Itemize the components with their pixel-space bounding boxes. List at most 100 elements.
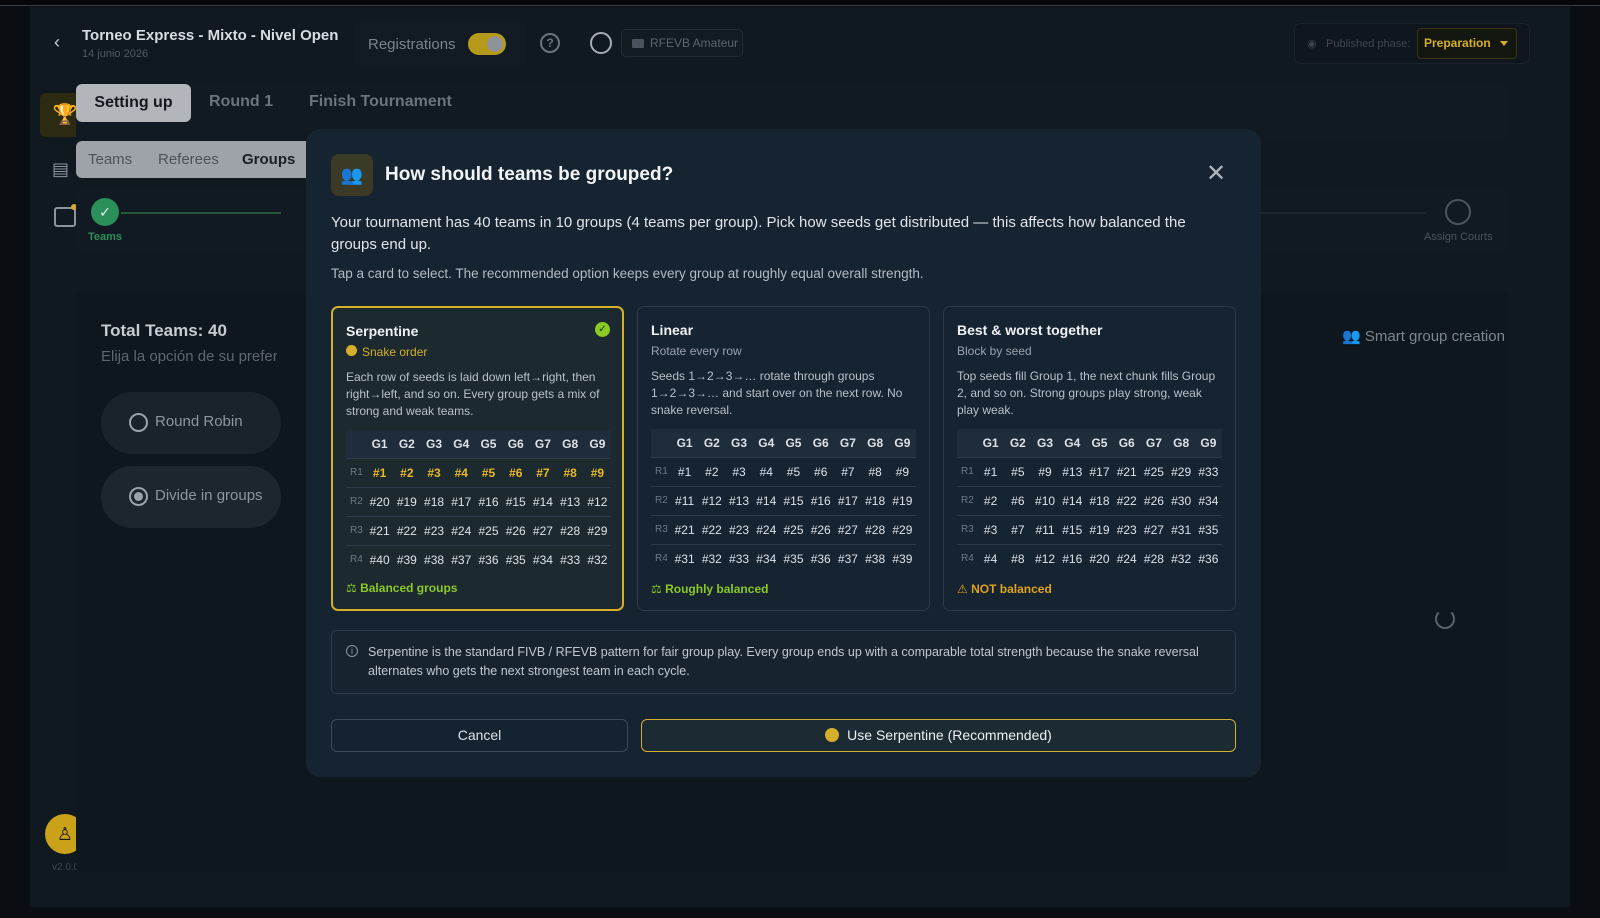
seed-cell: #22	[698, 514, 726, 544]
seed-cell: #29	[1167, 456, 1195, 486]
row-label: R1	[651, 456, 671, 486]
close-icon[interactable]: ✕	[1206, 162, 1226, 186]
seed-cell: #34	[529, 544, 557, 574]
seed-cell: #9	[583, 457, 611, 487]
card-subtitle: Rotate every row	[651, 344, 742, 358]
seed-cell: #26	[807, 514, 835, 544]
federation-badge-label: RFEVB Amateur	[650, 36, 739, 50]
seed-cell: #22	[1113, 485, 1141, 515]
seed-cell: #14	[1058, 485, 1086, 515]
seed-cell: #9	[888, 456, 916, 486]
row-label: R1	[346, 457, 366, 487]
cancel-button[interactable]: Cancel	[331, 719, 628, 752]
group-column-header: G4	[447, 430, 475, 458]
tab-setting-up[interactable]: Setting up	[76, 84, 191, 122]
seed-cell: #14	[752, 485, 780, 515]
card-description: Top seeds fill Group 1, the next chunk f…	[957, 369, 1216, 417]
seed-cell: #32	[698, 543, 726, 573]
group-column-header: G8	[861, 429, 889, 457]
seed-cell: #2	[977, 485, 1005, 515]
seed-cell: #36	[807, 543, 835, 573]
option-divide-in-groups[interactable]: Divide in groups	[101, 466, 281, 528]
seed-cell: #15	[502, 486, 530, 516]
book-icon[interactable]: ▤	[52, 159, 78, 179]
group-column-header: G7	[834, 429, 862, 457]
help-icon[interactable]: ?	[540, 33, 560, 53]
card-serpentine[interactable]: Serpentine ✓ Snake order Each row of seeds …	[331, 306, 624, 611]
registrations-toggle[interactable]	[468, 33, 506, 55]
loading-spinner-icon	[1435, 609, 1455, 629]
table-row: R3 #21 #22 #23 #24 #25 #26 #27 #28 #29	[346, 515, 611, 545]
row-label: R3	[346, 515, 366, 545]
top-border	[0, 0, 1600, 6]
seed-cell: #16	[807, 485, 835, 515]
seed-cell: #12	[1031, 543, 1059, 573]
federation-badge[interactable]: RFEVB Amateur	[621, 29, 743, 57]
seed-cell: #37	[834, 543, 862, 573]
seed-cell: #1	[671, 456, 699, 486]
step-connector	[121, 212, 281, 214]
chat-icon[interactable]	[54, 207, 76, 227]
seed-cell: #25	[474, 515, 503, 545]
group-column-header: G1	[977, 429, 1005, 457]
seed-cell: #32	[583, 544, 611, 574]
group-column-header: G6	[807, 429, 835, 457]
card-subtitle: Block by seed	[957, 344, 1032, 358]
phase-select[interactable]: Preparation	[1417, 28, 1517, 59]
seed-cell: #18	[861, 485, 889, 515]
seed-cell: #23	[420, 515, 448, 545]
seed-table: G1 G2 G3 G4 G5 G6 G7 G8 G9 R1 #1 #2 #3 #4 #5 #6 #7 #8 #9 R2…	[651, 429, 916, 573]
subtab-teams[interactable]: Teams	[88, 141, 132, 178]
tab-finish-tournament[interactable]: Finish Tournament	[309, 93, 452, 111]
group-column-header: G5	[474, 430, 503, 458]
option-round-robin-label: Round Robin	[155, 413, 243, 430]
seed-cell: #13	[1058, 456, 1086, 486]
step-assign-courts-circle	[1445, 199, 1471, 225]
back-arrow-icon[interactable]: ‹	[54, 33, 68, 51]
table-row: R1 #1 #5 #9 #13 #17 #21 #25 #29 #33	[957, 456, 1222, 486]
seed-cell: #33	[725, 543, 753, 573]
seed-cell: #20	[1085, 543, 1114, 573]
card-footer: ⚠ NOT balanced	[957, 582, 1052, 596]
seed-cell: #15	[779, 485, 808, 515]
card-best-worst[interactable]: Best & worst together Block by seed Top se…	[943, 306, 1236, 611]
use-serpentine-button[interactable]: Use Serpentine (Recommended)	[641, 719, 1236, 752]
step-assign-courts-label: Assign Courts	[1424, 231, 1493, 243]
subtab-referees[interactable]: Referees	[158, 141, 219, 178]
tab-round-1[interactable]: Round 1	[209, 93, 273, 111]
group-column-header: G6	[502, 430, 530, 458]
seed-cell: #30	[1167, 485, 1195, 515]
seed-cell: #7	[834, 456, 862, 486]
card-linear[interactable]: Linear Rotate every row Seeds 1→2→3→… rota…	[637, 306, 930, 611]
seed-cell: #37	[447, 544, 475, 574]
smart-group-creation[interactable]: 👥 Smart group creation	[1342, 327, 1505, 345]
seed-cell: #16	[1058, 543, 1086, 573]
seed-cell: #24	[752, 514, 780, 544]
info-text: Serpentine is the standard FIVB / RFEVB …	[368, 645, 1199, 678]
scale-icon: ⚖	[651, 582, 666, 596]
phase-select-value: Preparation	[1424, 36, 1491, 50]
warning-icon: ⚠	[957, 582, 972, 596]
selected-check-icon: ✓	[595, 322, 610, 337]
card-description: Each row of seeds is laid down left→righ…	[346, 370, 600, 418]
seed-table: G1 G2 G3 G4 G5 G6 G7 G8 G9 R1 #1 #5 #9 #13 #17 #21 #25 #2…	[957, 429, 1222, 573]
seed-cell: #4	[977, 543, 1005, 573]
status-circle-icon[interactable]	[590, 32, 612, 54]
group-column-header: G5	[779, 429, 808, 457]
subtab-groups[interactable]: Groups	[242, 141, 295, 178]
table-row: R2 #20 #19 #18 #17 #16 #15 #14 #13 #12	[346, 486, 611, 516]
table-row: R2 #11 #12 #13 #14 #15 #16 #17 #18 #19	[651, 485, 916, 515]
card-footer: ⚖ Balanced groups	[346, 581, 457, 595]
step-teams-label: Teams	[88, 231, 123, 243]
seed-cell: #38	[420, 544, 448, 574]
seed-cell: #8	[1004, 543, 1032, 573]
card-footer: ⚖ Roughly balanced	[651, 582, 768, 596]
group-column-header: G2	[698, 429, 726, 457]
group-column-header: G9	[1194, 429, 1222, 457]
seed-cell: #11	[671, 485, 699, 515]
seed-cell: #29	[583, 515, 611, 545]
option-round-robin[interactable]: Round Robin	[101, 392, 281, 454]
seed-cell: #13	[556, 486, 584, 516]
seed-cell: #19	[888, 485, 916, 515]
seed-cell: #6	[807, 456, 835, 486]
